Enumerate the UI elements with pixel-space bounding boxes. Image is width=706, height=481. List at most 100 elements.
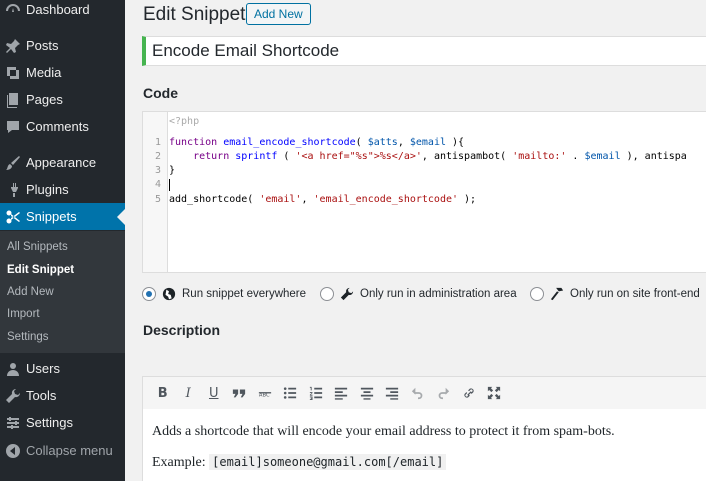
snippet-title-input[interactable]: Encode Email Shortcode — [142, 36, 706, 66]
pin-icon — [0, 38, 26, 54]
svg-text:ABC: ABC — [259, 393, 270, 399]
menu-label: Plugins — [26, 182, 69, 197]
redo-button[interactable] — [431, 381, 457, 405]
wrench-icon — [340, 286, 356, 302]
blockquote-button[interactable] — [227, 381, 253, 405]
italic-button[interactable]: I — [176, 381, 202, 405]
editor-toolbar: B I U ABC — [142, 376, 706, 410]
code-line: 4 — [143, 179, 706, 193]
submenu-add-new[interactable]: Add New — [7, 286, 54, 298]
redo-icon — [438, 387, 450, 400]
php-open-tag: <?php — [169, 116, 200, 127]
plug-icon — [0, 182, 26, 198]
hammer-icon — [550, 286, 566, 302]
wrench-icon — [0, 388, 26, 404]
menu-label: Posts — [26, 38, 59, 53]
menu-item-media[interactable]: Media — [0, 59, 125, 86]
main-content: Edit Snippet Add New Encode Email Shortc… — [125, 0, 706, 481]
admin-sidebar: Dashboard Posts Media Pages Comments App… — [0, 0, 125, 481]
scope-label: Only run in administration area — [360, 288, 517, 300]
collapse-menu-button[interactable]: Collapse menu — [0, 437, 125, 464]
page-title: Edit Snippet — [143, 4, 246, 25]
menu-label: Appearance — [26, 155, 97, 170]
menu-label: Comments — [26, 119, 89, 134]
menu-label: Media — [26, 65, 62, 80]
dashboard-icon — [0, 2, 26, 18]
menu-item-snippets[interactable]: Snippets — [0, 203, 125, 230]
radio-button[interactable] — [530, 287, 544, 301]
menu-label: Users — [26, 361, 60, 376]
settings-icon — [0, 415, 26, 431]
code-line: 1 function email_encode_shortcode( $atts,… — [154, 137, 465, 148]
code-area[interactable]: <?php 1 function email_encode_shortcode( … — [155, 112, 706, 272]
submenu-settings[interactable]: Settings — [7, 331, 49, 343]
menu-label: Tools — [26, 388, 57, 403]
pages-icon — [0, 92, 26, 108]
code-line: 2 return sprintf ( '<a href="%s">%s</a>'… — [154, 151, 687, 162]
menu-label: Pages — [26, 92, 63, 107]
menu-label: Settings — [26, 415, 73, 430]
quote-icon — [233, 389, 246, 398]
underline-button[interactable]: U — [201, 381, 227, 405]
align-left-icon — [335, 387, 348, 400]
menu-item-comments[interactable]: Comments — [0, 113, 125, 140]
code-editor[interactable]: <?php 1 function email_encode_shortcode( … — [142, 111, 706, 273]
comment-icon — [0, 119, 26, 135]
scope-label: Run snippet everywhere — [182, 288, 307, 300]
submenu-all-snippets[interactable]: All Snippets — [7, 241, 68, 253]
code-line: 5 add_shortcode( 'email', 'email_encode_s… — [154, 194, 477, 205]
menu-item-users[interactable]: Users — [0, 355, 125, 382]
bullet-list-button[interactable] — [278, 381, 304, 405]
numbered-list-icon — [309, 386, 322, 400]
strikethrough-button[interactable]: ABC — [252, 381, 278, 405]
scope-option-admin[interactable]: Only run in administration area — [320, 285, 517, 303]
description-editor[interactable]: Adds a shortcode that will encode your e… — [142, 409, 706, 481]
scissors-icon — [0, 209, 26, 225]
menu-item-settings[interactable]: Settings — [0, 409, 125, 436]
bullet-list-icon — [284, 387, 297, 399]
collapse-icon — [0, 443, 26, 459]
fullscreen-button[interactable] — [482, 381, 508, 405]
scope-label: Only run on site front-end — [570, 288, 700, 300]
user-icon — [0, 361, 26, 377]
menu-label: Collapse menu — [26, 443, 113, 458]
globe-icon — [162, 286, 178, 302]
menu-item-posts[interactable]: Posts — [0, 32, 125, 59]
menu-item-dashboard[interactable]: Dashboard — [0, 0, 125, 23]
description-text: Adds a shortcode that will encode your e… — [152, 424, 615, 439]
menu-item-plugins[interactable]: Plugins — [0, 176, 125, 203]
media-icon — [0, 65, 26, 81]
insert-link-button[interactable] — [456, 381, 482, 405]
menu-label: Dashboard — [26, 2, 90, 17]
undo-button[interactable] — [405, 381, 431, 405]
radio-button[interactable] — [142, 287, 156, 301]
brush-icon — [0, 155, 26, 171]
align-left-button[interactable] — [329, 381, 355, 405]
snippets-submenu: All Snippets Edit Snippet Add New Import… — [0, 231, 125, 353]
align-right-button[interactable] — [380, 381, 406, 405]
undo-icon — [411, 387, 423, 400]
align-center-button[interactable] — [354, 381, 380, 405]
scope-option-everywhere[interactable]: Run snippet everywhere — [142, 285, 306, 303]
numbered-list-button[interactable] — [303, 381, 329, 405]
add-new-button[interactable]: Add New — [246, 3, 311, 25]
align-right-icon — [386, 387, 399, 400]
link-icon — [464, 388, 474, 398]
radio-button[interactable] — [320, 287, 334, 301]
menu-item-appearance[interactable]: Appearance — [0, 149, 125, 176]
example-label: Example: — [152, 455, 206, 470]
align-center-icon — [360, 387, 373, 400]
bold-button[interactable]: B — [150, 381, 176, 405]
description-heading: Description — [143, 322, 221, 338]
fullscreen-icon — [488, 386, 501, 400]
code-heading: Code — [143, 85, 178, 101]
code-line: 3} — [154, 165, 176, 176]
submenu-import[interactable]: Import — [7, 308, 40, 320]
submenu-edit-snippet[interactable]: Edit Snippet — [7, 264, 74, 276]
menu-label: Snippets — [26, 209, 77, 224]
strikethrough-icon: ABC — [258, 392, 271, 399]
menu-item-pages[interactable]: Pages — [0, 86, 125, 113]
example-code: [email]someone@gmail.com[/email] — [209, 454, 447, 470]
scope-option-frontend[interactable]: Only run on site front-end — [530, 285, 700, 303]
menu-item-tools[interactable]: Tools — [0, 382, 125, 409]
